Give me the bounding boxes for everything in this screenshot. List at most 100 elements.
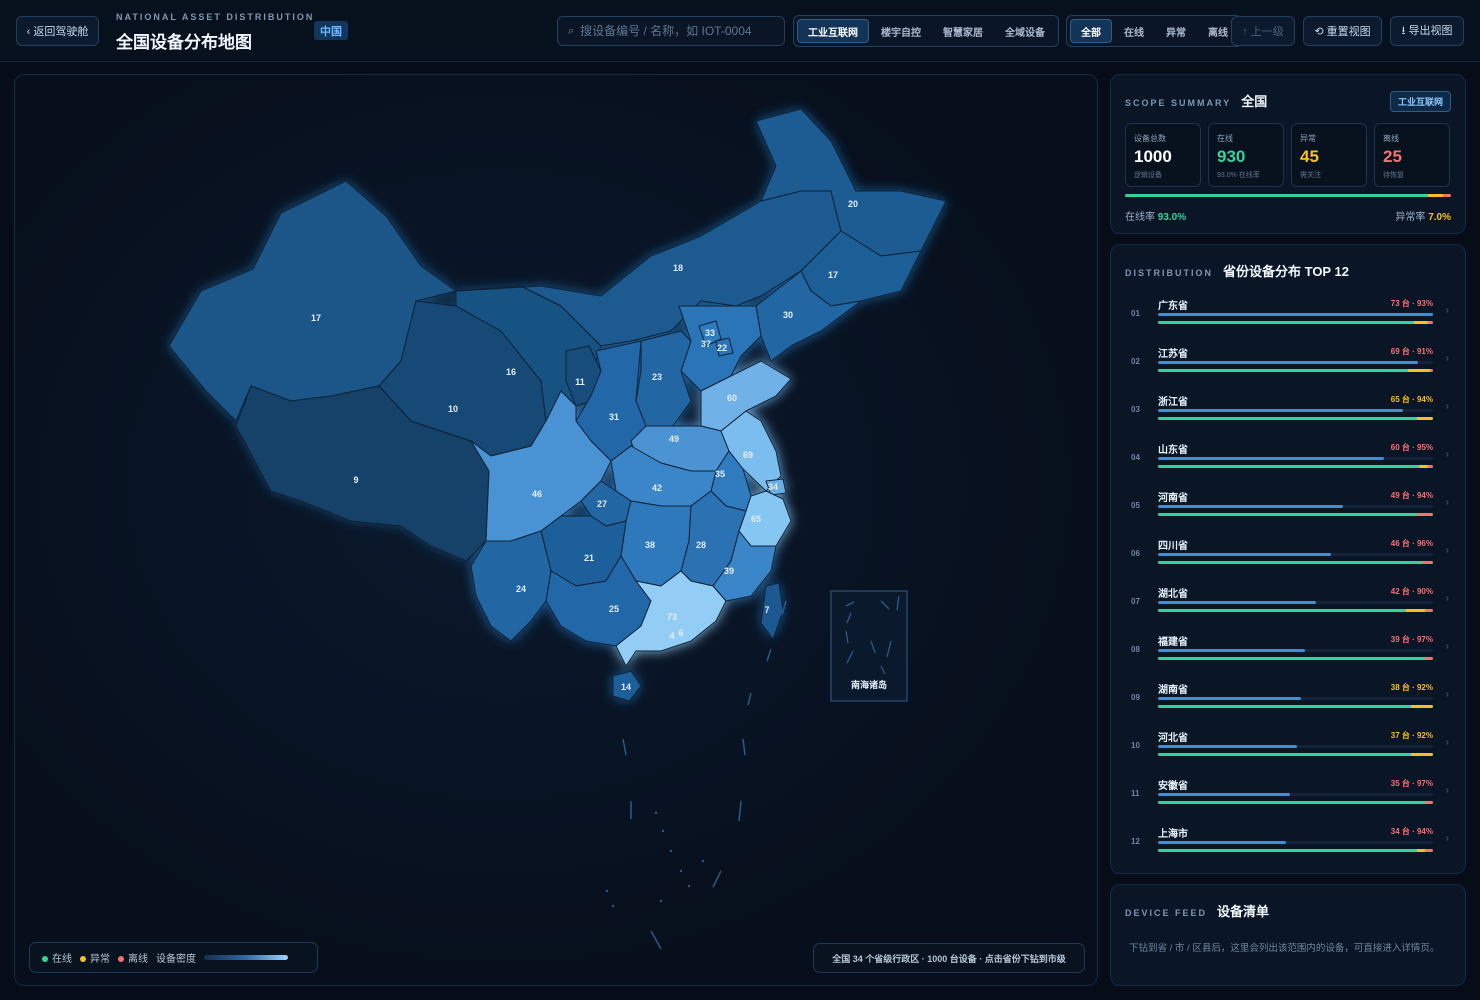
feed-eyebrow: DEVICE FEED [1125, 908, 1208, 918]
rank-number: 10 [1131, 741, 1140, 750]
legend-offline: 离线 [118, 950, 148, 965]
status-online-fill [1158, 465, 1420, 468]
count-yunnan: 24 [516, 584, 526, 594]
up-level-button[interactable]: ↑ 上一级 [1231, 16, 1295, 46]
status-mix-bar [1158, 657, 1433, 660]
status-online-fill [1158, 321, 1414, 324]
province-rank-row[interactable]: 05 河南省 49 台 · 94% › [1125, 483, 1453, 531]
province-count-rate: 38 台 · 92% [1390, 683, 1433, 692]
province-count-rate: 49 台 · 94% [1390, 491, 1433, 500]
chevron-right-icon: › [1445, 305, 1449, 316]
ratio-offline-fill [1442, 194, 1451, 197]
province-rank-row[interactable]: 08 福建省 39 台 · 97% › [1125, 627, 1453, 675]
status-abnormal-fill [1416, 417, 1433, 420]
chevron-right-icon: › [1445, 593, 1449, 604]
online-rate: 在线率 93.0% [1125, 212, 1187, 223]
device-count-fill [1158, 841, 1287, 844]
legend-online: 在线 [42, 950, 72, 965]
device-count-fill [1158, 505, 1343, 508]
province-count-rate: 34 台 · 94% [1390, 827, 1433, 836]
filter-abnormal[interactable]: 异常 [1156, 19, 1196, 43]
page-title: 全国设备分布地图 [116, 33, 252, 52]
status-online-fill [1158, 369, 1409, 372]
province-rank-row[interactable]: 04 山东省 60 台 · 95% › [1125, 435, 1453, 483]
feed-hint: 下钻到省 / 市 / 区县后，这里会列出该范围内的设备，可直接进入详情页。 [1129, 943, 1440, 954]
inset-label: 南海诸岛 [851, 679, 887, 690]
device-count-fill [1158, 313, 1433, 316]
tab-building-control[interactable]: 楼宇自控 [871, 19, 931, 43]
chevron-right-icon: › [1445, 401, 1449, 412]
region-yunnan[interactable] [470, 530, 552, 642]
tab-all-domains[interactable]: 全域设备 [995, 19, 1055, 43]
province-rank-row[interactable]: 01 广东省 73 台 · 93% › [1125, 291, 1453, 339]
chevron-right-icon: › [1445, 497, 1449, 508]
count-zhejiang: 65 [751, 514, 761, 524]
count-anhui: 35 [715, 469, 725, 479]
device-count-fill [1158, 793, 1290, 796]
device-count-fill [1158, 745, 1298, 748]
status-mix-bar [1158, 321, 1433, 324]
status-offline-fill [1424, 657, 1433, 660]
count-liaoning: 30 [783, 310, 793, 320]
device-search[interactable]: ⌕ [557, 16, 785, 46]
status-abnormal-fill [1416, 849, 1425, 852]
south-china-sea-lines [622, 600, 787, 950]
tab-smart-home[interactable]: 智慧家居 [933, 19, 993, 43]
count-jilin: 17 [828, 270, 838, 280]
reset-view-button[interactable]: ⟲ 重置视图 [1303, 16, 1382, 46]
rank-number: 02 [1131, 357, 1140, 366]
device-count-fill [1158, 409, 1403, 412]
top-bar: ‹ 返回驾驶舱 NATIONAL ASSET DISTRIBUTION 全国设备… [0, 0, 1480, 62]
scope-summary-card: SCOPE SUMMARY 全国 工业互联网 设备总数 1000 逻辑设备 在线… [1110, 74, 1466, 234]
count-henan: 49 [669, 434, 679, 444]
rank-number: 05 [1131, 501, 1140, 510]
province-rank-row[interactable]: 03 浙江省 65 台 · 94% › [1125, 387, 1453, 435]
device-count-bar [1158, 793, 1433, 796]
map-summary: 全国 34 个省级行政区 · 1000 台设备 · 点击省份下钻到市级 [813, 943, 1085, 973]
device-count-fill [1158, 649, 1305, 652]
feed-title: 设备清单 [1217, 904, 1270, 919]
count-hongkong: 6 [678, 628, 683, 638]
stat-offline: 离线 25 待恢复 [1374, 123, 1450, 187]
tab-industrial-iot[interactable]: 工业互联网 [797, 19, 869, 43]
distribution-card: DISTRIBUTION 省份设备分布 TOP 12 01 广东省 73 台 · 9… [1110, 244, 1466, 874]
count-taiwan: 7 [764, 605, 769, 615]
chevron-right-icon: › [1445, 353, 1449, 364]
province-rank-row[interactable]: 02 江苏省 69 台 · 91% › [1125, 339, 1453, 387]
rank-number: 09 [1131, 693, 1140, 702]
province-name: 福建省 [1158, 637, 1188, 648]
province-rank-row[interactable]: 10 河北省 37 台 · 92% › [1125, 723, 1453, 771]
status-online-fill [1158, 417, 1417, 420]
province-count-rate: 39 台 · 97% [1390, 635, 1433, 644]
province-name: 河北省 [1158, 733, 1188, 744]
count-inner-mongolia: 18 [673, 263, 683, 273]
status-online-fill [1158, 657, 1425, 660]
province-rank-row[interactable]: 09 湖南省 38 台 · 92% › [1125, 675, 1453, 723]
province-name: 山东省 [1158, 445, 1188, 456]
chevron-right-icon: › [1445, 641, 1449, 652]
map-panel: 南海诸岛 17 9 10 16 11 18 20 17 30 33 22 37 … [14, 74, 1098, 986]
province-rank-row[interactable]: 06 四川省 46 台 · 96% › [1125, 531, 1453, 579]
count-guangxi: 25 [609, 604, 619, 614]
export-view-button[interactable]: ⭳ 导出视图 [1390, 16, 1464, 46]
filter-all[interactable]: 全部 [1070, 19, 1112, 43]
back-to-cockpit-button[interactable]: ‹ 返回驾驶舱 [16, 16, 99, 46]
device-count-bar [1158, 553, 1433, 556]
count-shaanxi: 31 [609, 412, 619, 422]
region-shanxi[interactable] [635, 330, 692, 427]
province-rank-row[interactable]: 12 上海市 34 台 · 94% › [1125, 819, 1453, 867]
status-mix-bar [1158, 513, 1433, 516]
count-tibet: 9 [353, 475, 358, 485]
device-count-fill [1158, 601, 1317, 604]
status-online-fill [1158, 801, 1425, 804]
device-count-bar [1158, 457, 1433, 460]
province-rank-row[interactable]: 07 湖北省 42 台 · 90% › [1125, 579, 1453, 627]
count-beijing: 33 [705, 328, 715, 338]
province-count-rate: 46 台 · 96% [1390, 539, 1433, 548]
status-ratio-bar [1125, 194, 1451, 197]
rank-number: 08 [1131, 645, 1140, 654]
province-rank-row[interactable]: 11 安徽省 35 台 · 97% › [1125, 771, 1453, 819]
filter-online[interactable]: 在线 [1114, 19, 1154, 43]
search-input[interactable] [580, 24, 771, 38]
count-sichuan: 46 [532, 489, 542, 499]
